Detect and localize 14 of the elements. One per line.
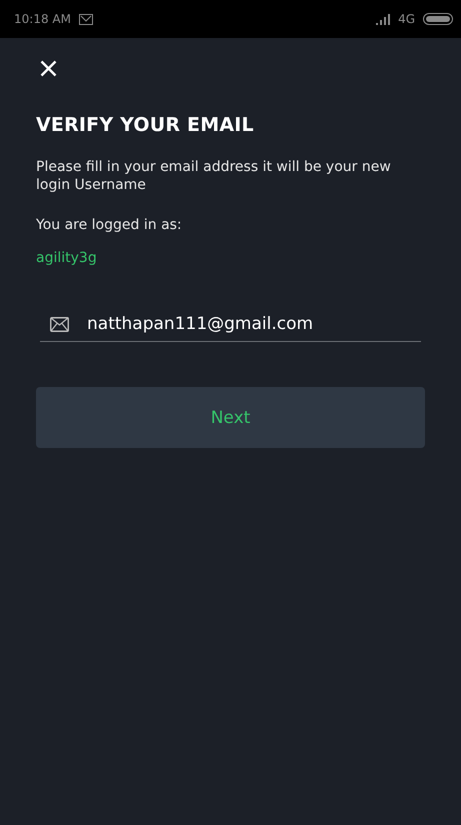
battery-icon xyxy=(423,13,453,25)
network-type: 4G xyxy=(398,12,415,26)
logged-in-label: You are logged in as: xyxy=(36,216,183,234)
email-field[interactable]: natthapan111@gmail.com xyxy=(40,314,421,342)
close-button[interactable] xyxy=(38,58,58,78)
close-icon xyxy=(40,60,56,76)
mail-icon xyxy=(78,14,93,24)
username: agility3g xyxy=(36,250,98,266)
envelope-icon xyxy=(50,316,69,332)
next-button[interactable]: Next xyxy=(36,387,425,448)
page-title: VERIFY YOUR EMAIL xyxy=(36,114,255,136)
instruction-text: Please fill in your email address it will be your new login Username xyxy=(36,158,392,194)
signal-icon xyxy=(376,14,390,24)
status-time: 10:18 AM xyxy=(14,12,71,26)
